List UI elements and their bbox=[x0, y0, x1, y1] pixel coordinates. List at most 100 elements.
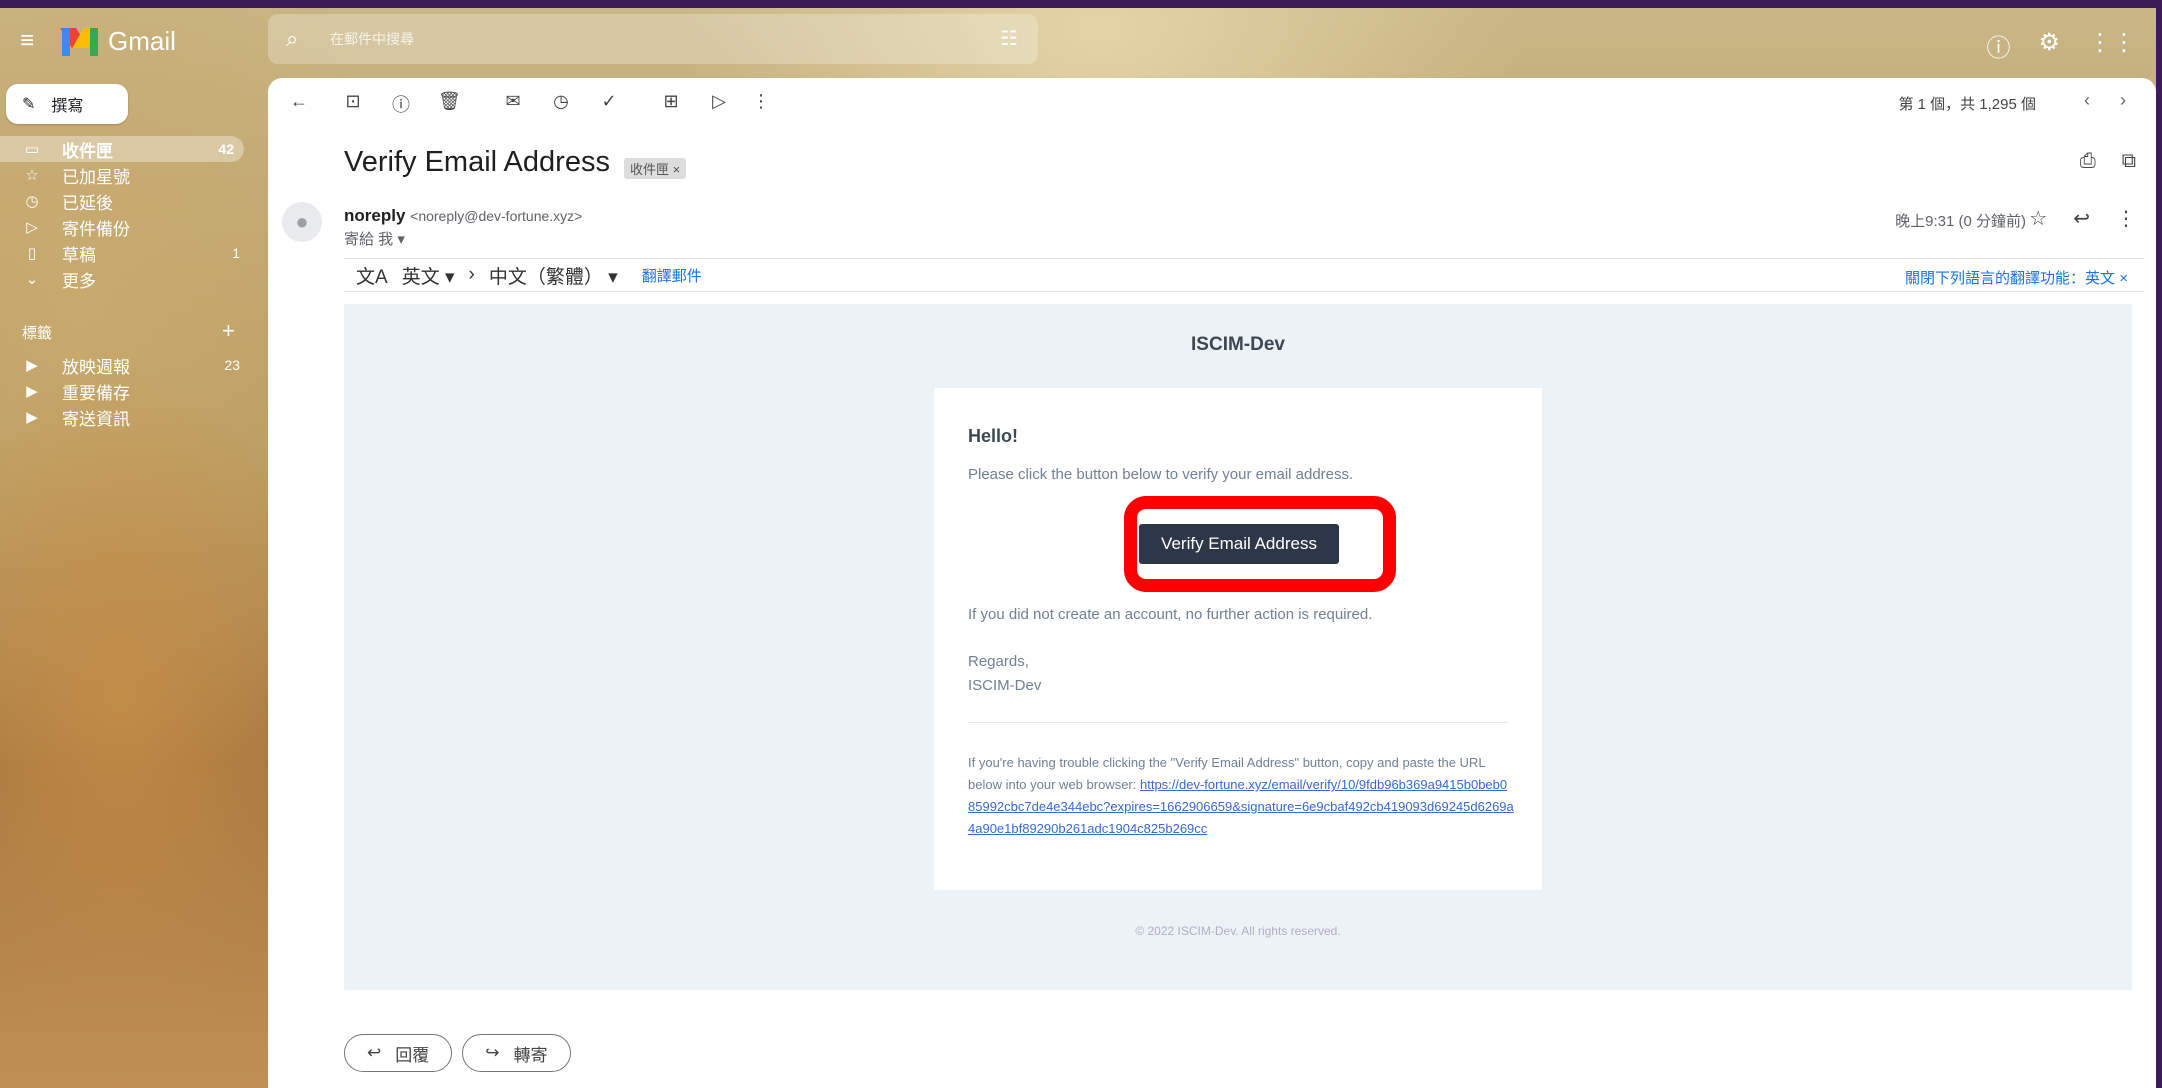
source-language-select[interactable]: 英文 ▾ bbox=[402, 262, 455, 289]
sidebar-item-label: 寄送資訊 bbox=[62, 409, 130, 429]
main-menu-icon[interactable]: ≡ bbox=[20, 29, 46, 53]
search-icon[interactable]: ⌕ bbox=[286, 26, 310, 52]
sidebar-nav: ▭ 收件匣 42 ☆ 已加星號 ◷ 已延後 ▷ 寄件備份 ▯ 草稿 1 ⌄ 更多 bbox=[0, 136, 250, 292]
message-toolbar: ← ⊡ ⓘ 🗑 ✉ ◷ ✓ ⊞ ▷ ⋮ 第 1 個，共 1,295 個 ‹ › bbox=[268, 78, 2156, 126]
reply-label: 回覆 bbox=[395, 1045, 430, 1065]
sidebar-item-more[interactable]: ⌄ 更多 bbox=[0, 266, 250, 292]
sidebar-label-item[interactable]: ▶ 放映週報 23 bbox=[0, 352, 250, 378]
pagination-text: 第 1 個，共 1,295 個 bbox=[1898, 96, 2036, 113]
sender-avatar: ● bbox=[282, 202, 322, 242]
add-task-icon[interactable]: ✓ bbox=[598, 91, 620, 112]
reply-icon[interactable]: ↩ bbox=[2073, 206, 2090, 231]
translate-controls: 文A 英文 ▾ › 中文（繁體） ▾ 翻譯郵件 bbox=[344, 262, 702, 289]
divider bbox=[968, 722, 1508, 723]
star-icon[interactable]: ☆ bbox=[2029, 206, 2047, 231]
chevron-left-icon[interactable]: ‹ bbox=[2084, 90, 2090, 111]
email-note: If you did not create an account, no fur… bbox=[968, 606, 1373, 623]
sidebar-item-label: 更多 bbox=[62, 271, 96, 291]
gmail-m-icon bbox=[60, 27, 100, 56]
label-icon: ▶ bbox=[26, 409, 38, 426]
email-greeting: Hello! bbox=[968, 426, 1019, 446]
archive-icon[interactable]: ⊡ bbox=[342, 91, 364, 112]
send-icon: ▷ bbox=[26, 219, 38, 236]
sidebar-item-inbox[interactable]: ▭ 收件匣 42 bbox=[0, 136, 244, 162]
turn-off-translation-link[interactable]: 關閉下列語言的翻譯功能：英文 × bbox=[1905, 267, 2128, 288]
regards-text: Regards, bbox=[968, 653, 1029, 670]
message-time: 晚上9:31 (0 分鐘前) bbox=[1895, 213, 2026, 230]
sidebar-item-starred[interactable]: ☆ 已加星號 bbox=[0, 162, 250, 188]
print-icon[interactable]: ⎙ bbox=[2080, 150, 2096, 173]
email-brand: ISCIM-Dev bbox=[1191, 334, 1285, 355]
email-footer: © 2022 ISCIM-Dev. All rights reserved. bbox=[1135, 924, 1341, 938]
back-arrow-icon[interactable]: ← bbox=[288, 91, 310, 112]
more-options-icon[interactable]: ⋮ bbox=[750, 91, 772, 112]
translate-bar: 文A 英文 ▾ › 中文（繁體） ▾ 翻譯郵件 關閉下列語言的翻譯功能：英文 × bbox=[344, 258, 2144, 292]
target-language: 中文（繁體） bbox=[488, 266, 603, 288]
forward-button[interactable]: ↪ 轉寄 bbox=[462, 1034, 571, 1072]
star-icon: ☆ bbox=[25, 167, 39, 184]
sidebar-label-item[interactable]: ▶ 重要備存 bbox=[0, 378, 250, 404]
translate-message-link[interactable]: 翻譯郵件 bbox=[642, 265, 702, 286]
sidebar-item-sent[interactable]: ▷ 寄件備份 bbox=[0, 214, 250, 240]
top-bar: ≡ Gmail ⌕ ☷ ⓘ ⚙ ⋮⋮ bbox=[0, 8, 2156, 78]
gmail-logo[interactable]: Gmail bbox=[60, 26, 176, 57]
gear-icon[interactable]: ⚙ bbox=[2038, 28, 2060, 63]
sidebar-item-label: 重要備存 bbox=[62, 383, 130, 403]
forward-label: 轉寄 bbox=[513, 1045, 548, 1065]
signature-text: ISCIM-Dev bbox=[968, 677, 1042, 694]
labels-list: ▶ 放映週報 23 ▶ 重要備存 ▶ 寄送資訊 bbox=[0, 352, 250, 430]
more-vert-icon[interactable]: ⋮ bbox=[2116, 206, 2136, 231]
recipient-text: 寄給 我 bbox=[344, 231, 394, 248]
reply-button[interactable]: ↩ 回覆 bbox=[344, 1034, 453, 1072]
clock-icon: ◷ bbox=[25, 193, 39, 210]
message-actions: ☆ ↩ ⋮ bbox=[2029, 206, 2136, 231]
chip-label: 收件匣 bbox=[630, 162, 670, 177]
sidebar-label-item[interactable]: ▶ 寄送資訊 bbox=[0, 404, 250, 430]
label-icon: ▶ bbox=[26, 357, 38, 374]
forward-icon: ↪ bbox=[485, 1043, 500, 1062]
email-signoff: Regards, ISCIM-Dev bbox=[968, 650, 1041, 698]
labels-heading: 標籤 bbox=[22, 325, 53, 342]
snooze-icon[interactable]: ◷ bbox=[550, 91, 572, 112]
label-count: 23 bbox=[224, 357, 240, 373]
verify-email-button[interactable]: Verify Email Address bbox=[1139, 524, 1339, 564]
apps-grid-icon[interactable]: ⋮⋮ bbox=[2088, 28, 2136, 63]
search-input[interactable] bbox=[330, 31, 970, 47]
window-frame-top bbox=[0, 0, 2162, 8]
sidebar-item-label: 收件匣 bbox=[62, 141, 113, 161]
sidebar-item-label: 草稿 bbox=[62, 245, 96, 265]
inbox-label-chip[interactable]: 收件匣 × bbox=[624, 158, 687, 179]
label-icon[interactable]: ▷ bbox=[708, 91, 730, 112]
open-new-window-icon[interactable]: ⧉ bbox=[2122, 150, 2136, 173]
sidebar-item-drafts[interactable]: ▯ 草稿 1 bbox=[0, 240, 250, 266]
arrow-right-icon: › bbox=[468, 264, 475, 285]
help-icon[interactable]: ⓘ bbox=[1986, 28, 2010, 63]
recipient-details[interactable]: 寄給 我 ▾ bbox=[344, 228, 405, 249]
trouble-text: If you're having trouble clicking the "V… bbox=[968, 752, 1514, 840]
delete-icon[interactable]: 🗑 bbox=[438, 91, 461, 112]
pagination-nav: ‹ › bbox=[2084, 90, 2126, 111]
add-label-icon[interactable]: + bbox=[222, 318, 235, 344]
thread-actions: ⎙ ⧉ bbox=[2080, 150, 2136, 173]
reply-actions: ↩ 回覆 ↪ 轉寄 bbox=[344, 1034, 571, 1072]
move-to-icon[interactable]: ⊞ bbox=[660, 91, 682, 112]
email-body: ISCIM-Dev Hello! Please click the button… bbox=[344, 304, 2132, 990]
draft-icon: ▯ bbox=[27, 245, 37, 262]
sidebar-item-label: 已加星號 bbox=[62, 167, 130, 187]
search-bar: ⌕ ☷ bbox=[268, 14, 1038, 64]
inbox-icon: ▭ bbox=[24, 141, 40, 158]
chevron-down-icon: ⌄ bbox=[25, 271, 39, 288]
sender-name[interactable]: noreply bbox=[344, 206, 405, 225]
turn-off-translation-text: 關閉下列語言的翻譯功能：英文 bbox=[1905, 270, 2116, 287]
sender-info: noreply <noreply@dev-fortune.xyz> bbox=[344, 206, 582, 226]
sidebar-item-snoozed[interactable]: ◷ 已延後 bbox=[0, 188, 250, 214]
chevron-right-icon[interactable]: › bbox=[2120, 90, 2126, 111]
mark-unread-icon[interactable]: ✉ bbox=[502, 91, 524, 112]
message-panel: ← ⊡ ⓘ 🗑 ✉ ◷ ✓ ⊞ ▷ ⋮ 第 1 個，共 1,295 個 ‹ › … bbox=[268, 78, 2156, 1088]
report-spam-icon[interactable]: ⓘ bbox=[390, 91, 412, 117]
email-instruction: Please click the button below to verify … bbox=[968, 466, 1354, 483]
translate-icon: 文A bbox=[356, 266, 388, 288]
target-language-select[interactable]: 中文（繁體） ▾ bbox=[489, 262, 618, 289]
search-options-icon[interactable]: ☷ bbox=[1000, 26, 1018, 51]
compose-button[interactable]: ✎ 撰寫 bbox=[6, 84, 128, 124]
